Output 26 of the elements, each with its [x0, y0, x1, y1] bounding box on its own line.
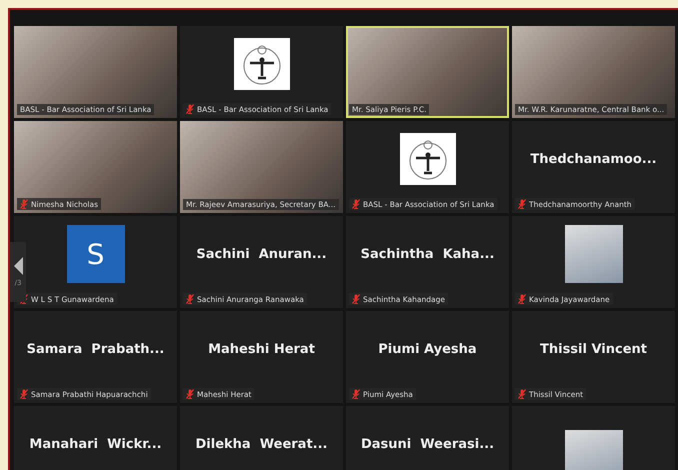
muted-mic-icon — [186, 294, 194, 304]
participant-name: Maheshi Herat — [208, 342, 315, 356]
avatar-letter: S — [66, 225, 124, 283]
muted-mic-icon — [20, 199, 28, 209]
muted-mic-icon — [518, 389, 526, 399]
emblem-logo-icon — [400, 133, 456, 185]
participant-name: Thissil Vincent — [540, 342, 648, 356]
avatar-photo-placeholder — [564, 225, 622, 283]
muted-mic-icon — [20, 389, 28, 399]
participant-name: Dilekha Weerat... — [196, 436, 328, 452]
muted-mic-icon — [518, 294, 526, 304]
participant-name: Sachini Anuran... — [196, 246, 327, 262]
participant-name: Dasuni Weerasi... — [360, 436, 494, 452]
muted-mic-icon — [186, 104, 194, 114]
emblem-logo-icon — [234, 38, 290, 90]
muted-mic-icon — [186, 389, 194, 399]
muted-mic-icon — [352, 294, 360, 304]
participant-name: Manahari Wickr... — [29, 436, 162, 452]
muted-mic-icon — [352, 199, 360, 209]
participant-name: Piumi Ayesha — [378, 342, 477, 356]
left-arrow-icon — [14, 257, 22, 275]
muted-mic-icon — [518, 199, 526, 209]
muted-mic-icon — [352, 389, 360, 399]
participant-name: Sachintha Kaha... — [360, 246, 494, 262]
participant-name: Samara Prabath... — [26, 342, 164, 356]
participant-name: Thedchanamoo... — [530, 152, 657, 166]
